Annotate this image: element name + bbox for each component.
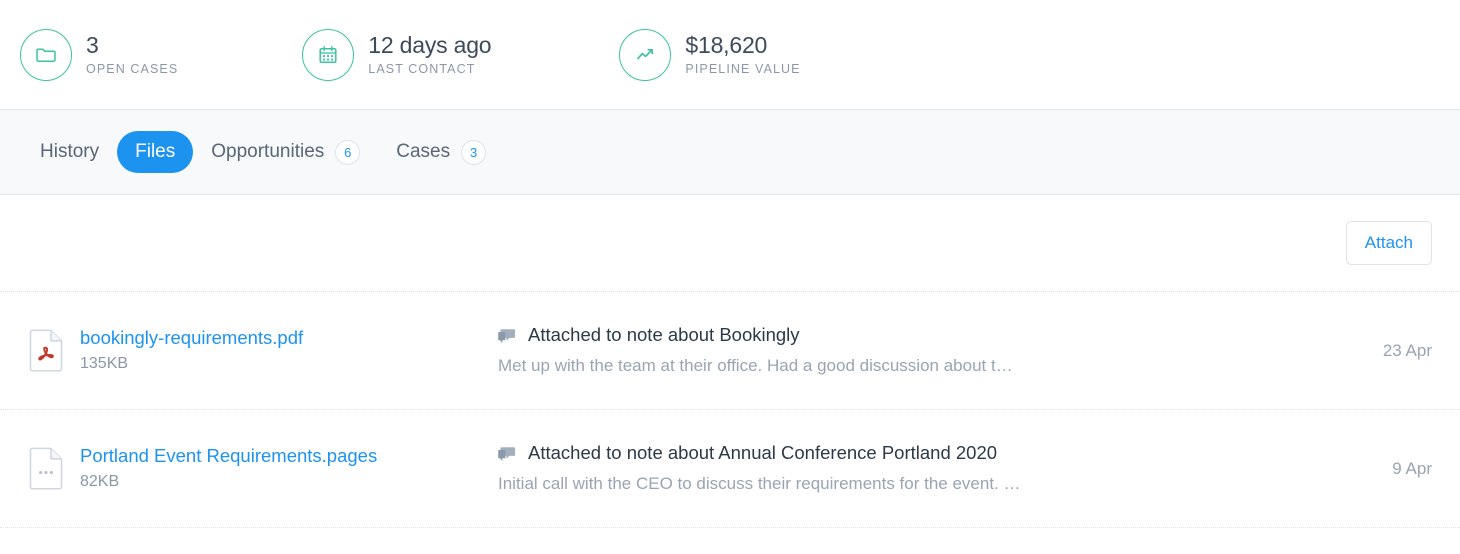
tab-files[interactable]: Files bbox=[117, 131, 194, 173]
note-title: Attached to note about Annual Conference… bbox=[528, 442, 998, 463]
stat-text: $18,620 PIPELINE VALUE bbox=[685, 31, 800, 79]
file-name-link[interactable]: Portland Event Requirements.pages bbox=[80, 444, 377, 468]
attach-button[interactable]: Attach bbox=[1345, 221, 1432, 265]
tab-bar: History Files Opportunities 6 Cases 3 bbox=[0, 110, 1460, 195]
stat-text: 3 OPEN CASES bbox=[86, 31, 178, 79]
tab-badge-count: 3 bbox=[461, 139, 487, 165]
file-identity: bookingly-requirements.pdf 135KB bbox=[28, 326, 498, 376]
tab-history[interactable]: History bbox=[22, 131, 117, 173]
stat-pipeline-value: $18,620 PIPELINE VALUE bbox=[619, 23, 800, 87]
stat-text: 12 days ago LAST CONTACT bbox=[368, 31, 491, 79]
tab-label: History bbox=[40, 141, 100, 162]
stat-label: PIPELINE VALUE bbox=[685, 61, 801, 76]
note-title-row: Attached to note about Annual Conference… bbox=[498, 441, 1342, 465]
tab-opportunities[interactable]: Opportunities 6 bbox=[193, 131, 378, 173]
stat-value: 12 days ago bbox=[368, 31, 492, 58]
file-date: 9 Apr bbox=[1392, 458, 1432, 478]
trend-line-icon bbox=[619, 28, 672, 81]
stats-summary-bar: 3 OPEN CASES 12 days ago LAST CONTACT $1… bbox=[0, 0, 1460, 110]
generic-file-icon bbox=[28, 447, 64, 491]
tab-badge-count: 6 bbox=[335, 139, 361, 165]
file-name-link[interactable]: bookingly-requirements.pdf bbox=[80, 326, 303, 350]
file-note: Attached to note about Annual Conference… bbox=[498, 441, 1342, 496]
calendar-icon bbox=[302, 28, 355, 81]
note-preview: Met up with the team at their office. Ha… bbox=[498, 356, 1013, 375]
tab-cases[interactable]: Cases 3 bbox=[378, 131, 504, 173]
stat-value: 3 bbox=[86, 31, 99, 58]
note-preview: Initial call with the CEO to discuss the… bbox=[498, 474, 1021, 493]
file-note: Attached to note about Bookingly Met up … bbox=[498, 323, 1342, 378]
folder-icon bbox=[20, 28, 72, 81]
comment-icon bbox=[498, 445, 516, 463]
tab-label: Files bbox=[135, 141, 176, 162]
file-size: 82KB bbox=[80, 472, 120, 490]
stat-open-cases: 3 OPEN CASES bbox=[20, 23, 178, 87]
file-meta: bookingly-requirements.pdf 135KB bbox=[80, 326, 303, 376]
note-title: Attached to note about Bookingly bbox=[528, 324, 800, 345]
file-identity: Portland Event Requirements.pages 82KB bbox=[28, 444, 498, 494]
files-panel: 3 OPEN CASES 12 days ago LAST CONTACT $1… bbox=[0, 0, 1460, 554]
pdf-file-icon bbox=[28, 329, 64, 373]
table-row[interactable]: Portland Event Requirements.pages 82KB A… bbox=[0, 410, 1460, 528]
stat-label: LAST CONTACT bbox=[368, 61, 476, 76]
stat-label: OPEN CASES bbox=[86, 61, 179, 76]
stat-value: $18,620 bbox=[685, 31, 768, 58]
file-size: 135KB bbox=[80, 354, 129, 372]
table-row[interactable]: bookingly-requirements.pdf 135KB Attache… bbox=[0, 292, 1460, 410]
file-date: 23 Apr bbox=[1382, 340, 1432, 360]
tab-label: Cases bbox=[396, 141, 451, 162]
comment-icon bbox=[498, 327, 516, 345]
stat-last-contact: 12 days ago LAST CONTACT bbox=[302, 23, 492, 87]
tab-label: Opportunities bbox=[211, 141, 325, 162]
note-title-row: Attached to note about Bookingly bbox=[498, 323, 1342, 347]
file-meta: Portland Event Requirements.pages 82KB bbox=[80, 444, 377, 494]
files-action-bar: Attach bbox=[0, 195, 1460, 292]
